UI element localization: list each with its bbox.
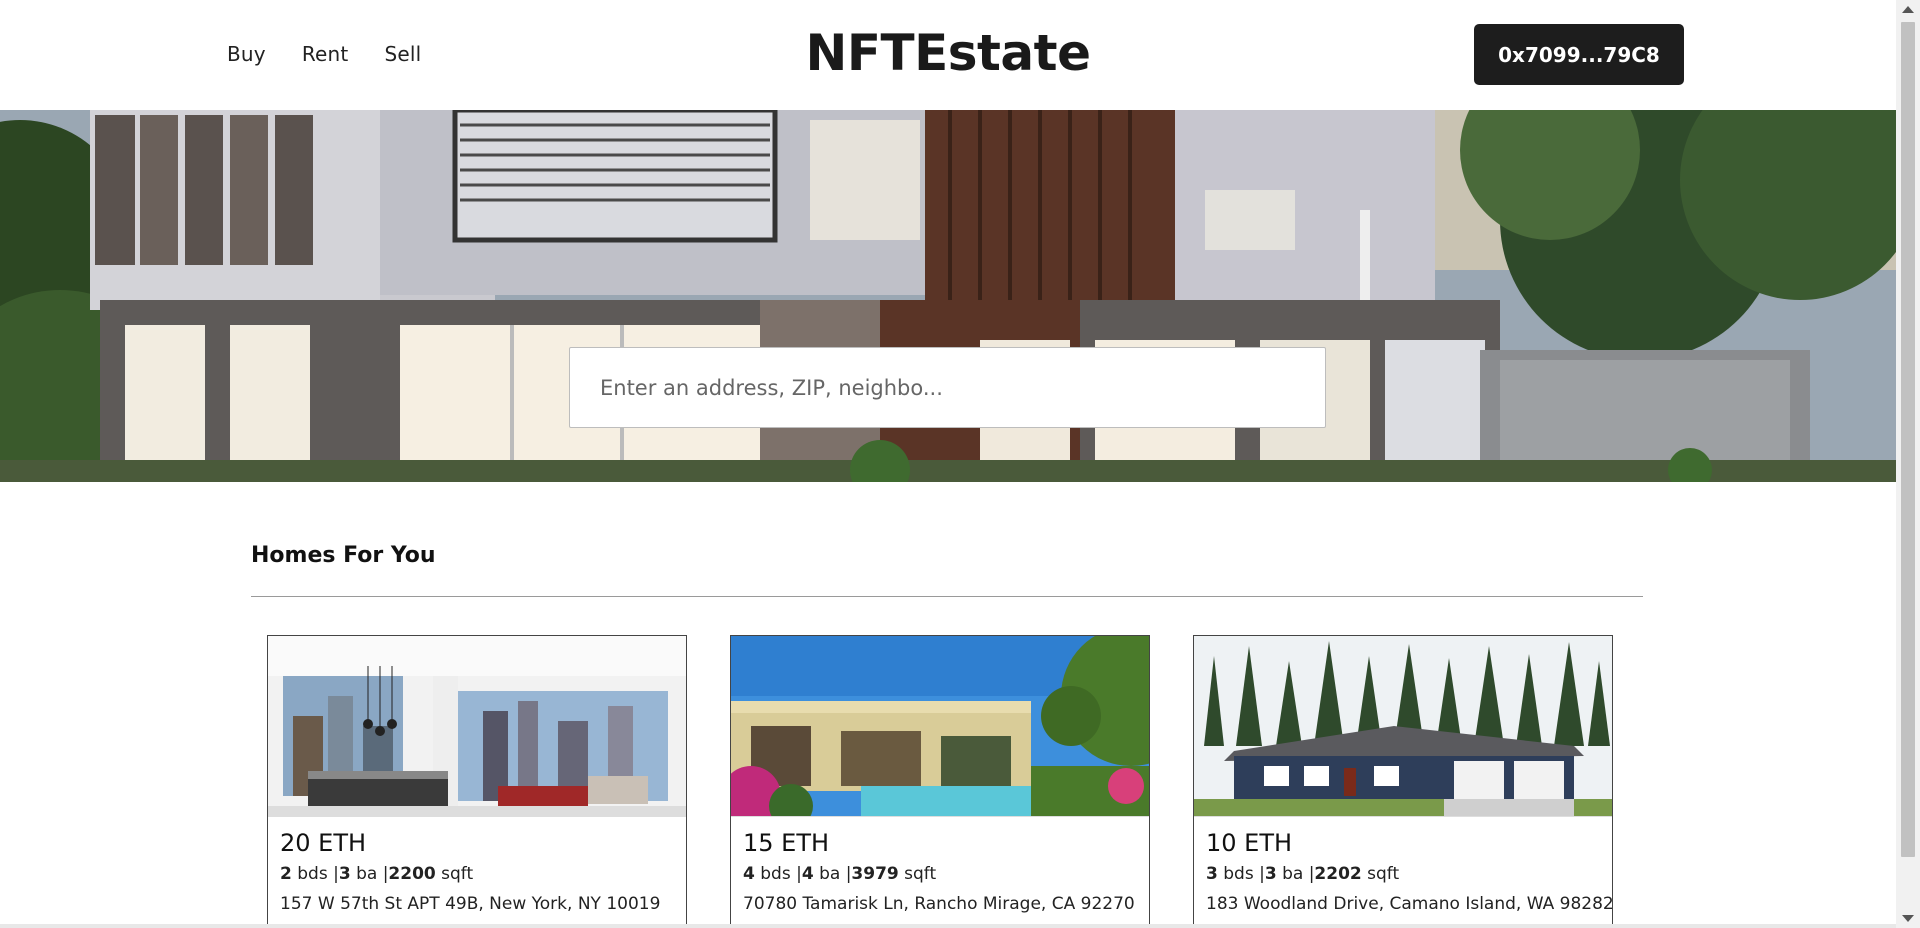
beds-count: 2	[280, 864, 292, 884]
page: Buy Rent Sell NFTEstate 0x7099...79C8 En…	[0, 0, 1896, 928]
sqft-count: 2200	[388, 864, 436, 884]
beds-unit: bds |	[291, 864, 339, 884]
listing-photo	[268, 636, 686, 817]
wallet-address-button[interactable]: 0x7099...79C8	[1474, 24, 1684, 85]
listing-photo	[1194, 636, 1612, 817]
listing-specs: 4 bds |4 ba |3979 sqft	[743, 864, 936, 884]
homes-section-title: Homes For You	[251, 543, 436, 568]
listing-address: 157 W 57th St APT 49B, New York, NY 1001…	[280, 894, 661, 914]
listing-specs: 3 bds |3 ba |2202 sqft	[1206, 864, 1399, 884]
listing-photo	[731, 636, 1149, 817]
sqft-count: 3979	[851, 864, 899, 884]
listing-specs: 2 bds |3 ba |2200 sqft	[280, 864, 473, 884]
sqft-unit: sqft	[898, 864, 937, 884]
beds-count: 3	[1206, 864, 1218, 884]
listing-price: 15 ETH	[743, 829, 830, 857]
beds-unit: bds |	[754, 864, 802, 884]
section-divider	[251, 596, 1643, 597]
listing-card[interactable]: 10 ETH 3 bds |3 ba |2202 sqft 183 Woodla…	[1193, 635, 1613, 928]
beds-unit: bds |	[1217, 864, 1265, 884]
sqft-unit: sqft	[435, 864, 474, 884]
listing-price: 10 ETH	[1206, 829, 1293, 857]
search-box	[569, 347, 1326, 428]
listing-address: 183 Woodland Drive, Camano Island, WA 98…	[1206, 894, 1613, 914]
header: Buy Rent Sell NFTEstate 0x7099...79C8	[0, 0, 1896, 110]
baths-unit: ba |	[813, 864, 852, 884]
scroll-up-arrow-icon[interactable]	[1902, 6, 1914, 13]
listing-address: 70780 Tamarisk Ln, Rancho Mirage, CA 922…	[743, 894, 1135, 914]
scrollbar-thumb[interactable]	[1901, 22, 1915, 857]
sqft-unit: sqft	[1361, 864, 1400, 884]
baths-unit: ba |	[1276, 864, 1315, 884]
hero-banner	[0, 110, 1896, 482]
listing-card[interactable]: 20 ETH 2 bds |3 ba |2200 sqft 157 W 57th…	[267, 635, 687, 928]
horizontal-scrollbar[interactable]	[0, 924, 1896, 928]
beds-count: 4	[743, 864, 755, 884]
scroll-down-arrow-icon[interactable]	[1902, 915, 1914, 922]
listing-price: 20 ETH	[280, 829, 367, 857]
vertical-scrollbar[interactable]	[1896, 0, 1920, 928]
baths-unit: ba |	[350, 864, 389, 884]
sqft-count: 2202	[1314, 864, 1362, 884]
listing-card[interactable]: 15 ETH 4 bds |4 ba |3979 sqft 70780 Tama…	[730, 635, 1150, 928]
baths-count: 3	[338, 864, 351, 884]
baths-count: 3	[1264, 864, 1277, 884]
baths-count: 4	[801, 864, 814, 884]
search-input[interactable]	[600, 375, 1325, 400]
